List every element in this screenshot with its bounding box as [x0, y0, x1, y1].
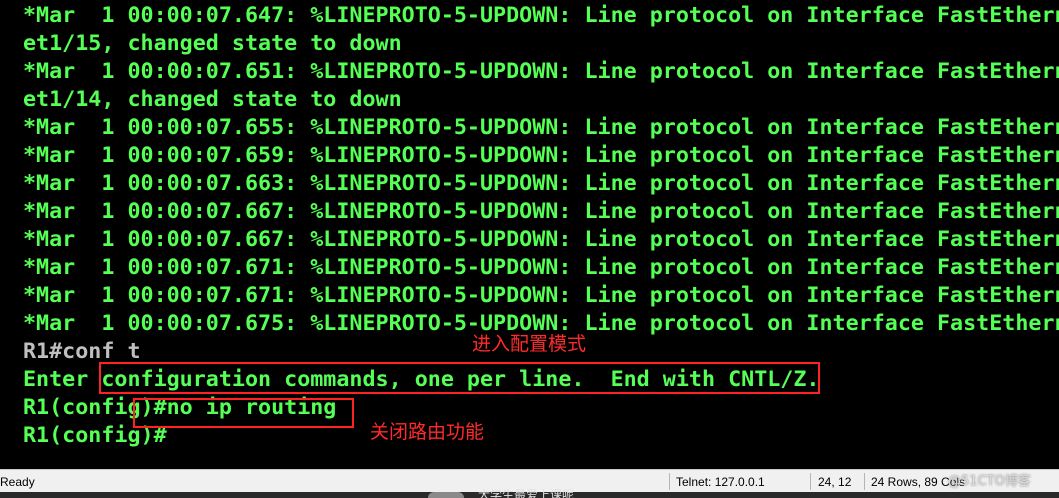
terminal-line: *Mar 1 00:00:07.667: %LINEPROTO-5-UPDOWN…	[23, 227, 1059, 252]
config-mode-annotation: 进入配置模式	[472, 333, 587, 355]
background-partial-text: 大学生最爱上课呢	[478, 489, 575, 498]
terminal-line: *Mar 1 00:00:07.671: %LINEPROTO-5-UPDOWN…	[23, 283, 1059, 308]
terminal-line: *Mar 1 00:00:07.671: %LINEPROTO-5-UPDOWN…	[23, 255, 1059, 280]
terminal-line: *Mar 1 00:00:07.655: %LINEPROTO-5-UPDOWN…	[23, 115, 1059, 140]
status-cursor-position: 24, 12	[818, 475, 852, 489]
terminal-line: et1/15, changed state to down	[23, 31, 402, 56]
status-ready: Ready	[0, 475, 35, 489]
terminal-line: *Mar 1 00:00:07.659: %LINEPROTO-5-UPDOWN…	[23, 143, 1059, 168]
status-connection: Telnet: 127.0.0.1	[676, 475, 765, 489]
terminal-line: et1/14, changed state to down	[23, 87, 402, 112]
terminal-line: *Mar 1 00:00:07.667: %LINEPROTO-5-UPDOWN…	[23, 199, 1059, 224]
avatar-icon	[428, 492, 464, 498]
status-separator	[810, 473, 811, 490]
terminal-window[interactable]: *Mar 1 00:00:07.647: %LINEPROTO-5-UPDOWN…	[0, 0, 1059, 469]
terminal-line: *Mar 1 00:00:07.647: %LINEPROTO-5-UPDOWN…	[23, 3, 1059, 28]
terminal-line: *Mar 1 00:00:07.651: %LINEPROTO-5-UPDOWN…	[23, 59, 1059, 84]
no-ip-routing-highlight-box	[133, 398, 354, 428]
disable-routing-annotation: 关闭路由功能	[370, 421, 485, 443]
watermark: @51CTO博客	[948, 474, 1031, 489]
status-separator	[864, 473, 865, 490]
config-message-highlight-box	[99, 362, 820, 394]
terminal-line: *Mar 1 00:00:07.663: %LINEPROTO-5-UPDOWN…	[23, 171, 1059, 196]
status-separator	[669, 473, 670, 490]
